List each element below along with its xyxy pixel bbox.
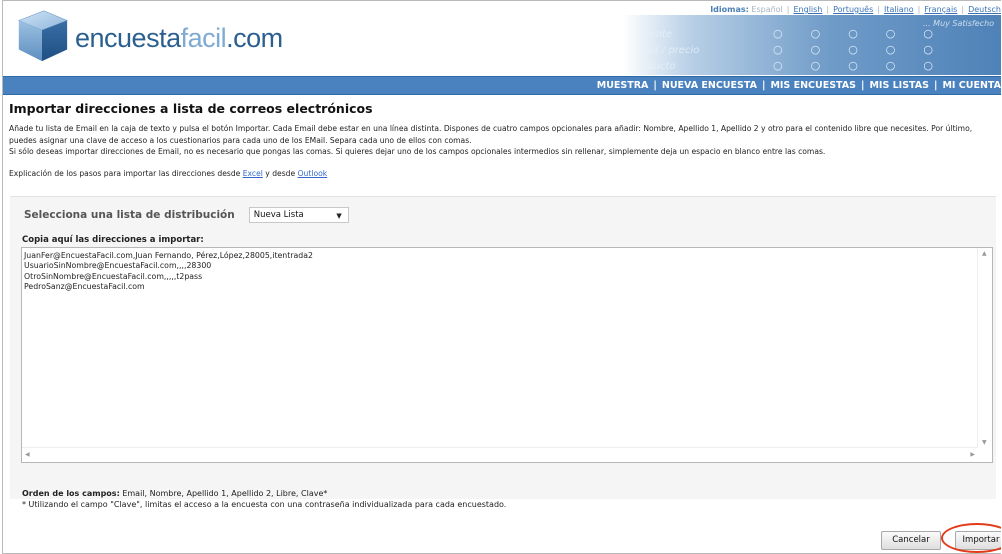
page-title: Importar direcciones a lista de correos … bbox=[9, 101, 373, 116]
banner-row: roducto bbox=[637, 61, 676, 72]
logo-thin-text: facil bbox=[180, 22, 227, 53]
field-order-label: Orden de los campos: bbox=[22, 489, 120, 498]
steps-text: Explicación de los pasos para importar l… bbox=[9, 168, 241, 178]
scroll-up-icon[interactable]: ▲ bbox=[982, 250, 987, 257]
cube-logo-icon bbox=[18, 10, 68, 62]
language-link-italiano[interactable]: Italiano bbox=[884, 5, 914, 14]
language-selector: Idiomas: Español | English | Português | Itali… bbox=[710, 5, 1001, 14]
scroll-right-icon[interactable]: ▶ bbox=[970, 451, 975, 458]
import-panel: Selecciona una lista de distribución Nue… bbox=[10, 196, 996, 509]
nav-item-muestra[interactable]: MUESTRA bbox=[597, 80, 649, 91]
language-link-francais[interactable]: Français bbox=[924, 5, 957, 14]
banner-radio-icons: ○○○○○ bbox=[773, 27, 961, 40]
language-link-english[interactable]: English bbox=[793, 5, 822, 14]
banner-row: Cliente bbox=[637, 29, 673, 40]
site-logo[interactable]: encuestafacil.com bbox=[13, 7, 283, 65]
distribution-list-row: Selecciona una lista de distribución Nue… bbox=[24, 207, 349, 223]
field-order-value: Email, Nombre, Apellido 1, Apellido 2, L… bbox=[122, 489, 328, 498]
browser-frame: encuestafacil.com Cliente idad / precio … bbox=[2, 0, 1001, 554]
steps-and-text: y desde bbox=[265, 168, 296, 178]
main-content: Importar direcciones a lista de correos … bbox=[9, 101, 999, 178]
nav-item-mis-listas[interactable]: MIS LISTAS bbox=[869, 80, 929, 91]
language-link-deutsch[interactable]: Deutsch bbox=[968, 5, 1001, 14]
field-order-note: * Utilizando el campo "Clave", limitas e… bbox=[22, 500, 507, 509]
excel-link[interactable]: Excel bbox=[243, 169, 263, 178]
nav-item-nueva-encuesta[interactable]: NUEVA ENCUESTA bbox=[662, 80, 757, 91]
cancel-button[interactable]: Cancelar bbox=[881, 531, 941, 550]
description-paragraph: Si sólo deseas importar direcciones de E… bbox=[9, 147, 826, 156]
nav-item-mis-encuestas[interactable]: MIS ENCUESTAS bbox=[770, 80, 856, 91]
site-header: encuestafacil.com Cliente idad / precio … bbox=[3, 1, 1001, 75]
main-nav: MUESTRA | NUEVA ENCUESTA | MIS ENCUESTAS | MIS… bbox=[3, 76, 1001, 95]
addresses-textarea[interactable]: JuanFer@EncuestaFacil.com,Juan Fernando,… bbox=[21, 247, 993, 463]
highlight-circle bbox=[941, 523, 1001, 553]
description-paragraph: Añade tu lista de Email en la caja de te… bbox=[9, 124, 973, 145]
addresses-textarea-value: JuanFer@EncuestaFacil.com,Juan Fernando,… bbox=[24, 251, 313, 292]
header-banner: Cliente idad / precio roducto ... Muy Sa… bbox=[623, 15, 1001, 75]
language-current: Español bbox=[751, 5, 783, 14]
distribution-list-select[interactable]: Nueva Lista ▼ bbox=[248, 207, 349, 223]
scroll-left-icon[interactable]: ◀ bbox=[25, 451, 30, 458]
language-link-portugues[interactable]: Português bbox=[833, 5, 873, 14]
banner-radio-icons: ○○○○○ bbox=[773, 43, 961, 56]
logo-wordmark: encuestafacil.com bbox=[75, 23, 283, 54]
outlook-link[interactable]: Outlook bbox=[298, 169, 328, 178]
language-label: Idiomas: bbox=[710, 5, 749, 14]
addresses-label: Copia aquí las direcciones a importar: bbox=[22, 235, 204, 245]
logo-suffix-text: .com bbox=[226, 22, 283, 53]
distribution-list-label: Selecciona una lista de distribución bbox=[24, 209, 235, 221]
banner-radio-icons: ○○○○○ bbox=[773, 59, 961, 72]
scroll-down-icon[interactable]: ▼ bbox=[982, 439, 987, 446]
horizontal-scrollbar[interactable]: ◀ ▶ bbox=[22, 447, 978, 462]
banner-row: idad / precio bbox=[637, 45, 700, 56]
steps-explanation: Explicación de los pasos para importar l… bbox=[9, 169, 999, 178]
vertical-scrollbar[interactable]: ▲ ▼ bbox=[977, 248, 992, 448]
logo-main-text: encuesta bbox=[75, 22, 181, 53]
nav-item-mi-cuenta[interactable]: MI CUENTA bbox=[942, 80, 1001, 91]
distribution-list-value: Nueva Lista bbox=[253, 210, 304, 220]
dropdown-arrow-icon: ▼ bbox=[336, 212, 342, 220]
field-order-info: Orden de los campos: Email, Nombre, Apel… bbox=[22, 489, 982, 509]
page-description: Añade tu lista de Email en la caja de te… bbox=[9, 123, 999, 158]
